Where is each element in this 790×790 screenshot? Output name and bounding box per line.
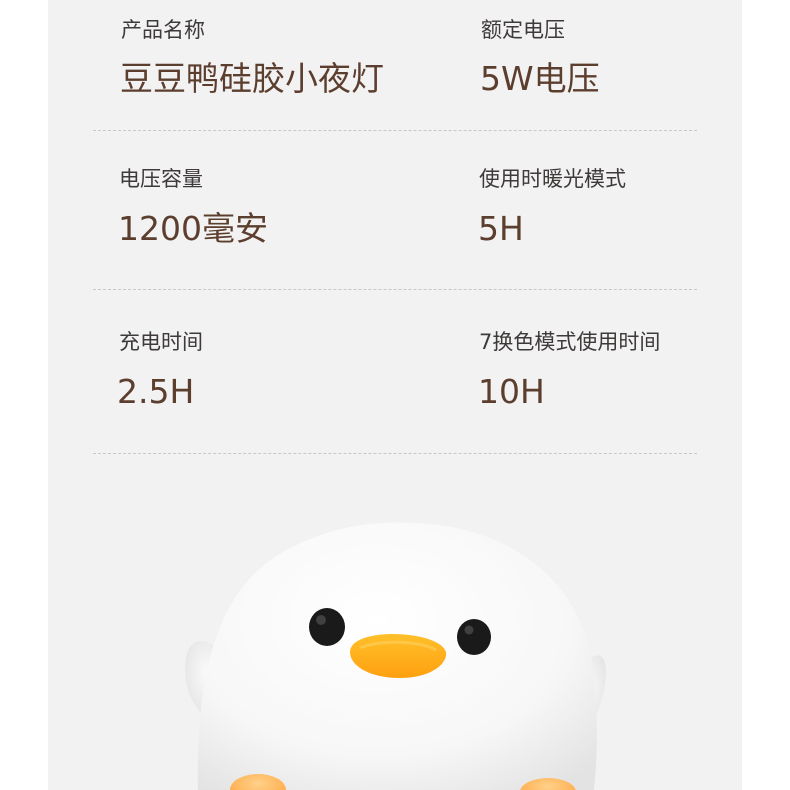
spec-panel: 产品名称 豆豆鸭硅胶小夜灯 额定电压 5W电压 电压容量 1200毫安 使用时暖… [48, 0, 742, 790]
right-eye-icon [457, 619, 491, 655]
duck-night-light-image [185, 522, 606, 790]
left-eye-icon [309, 608, 345, 646]
